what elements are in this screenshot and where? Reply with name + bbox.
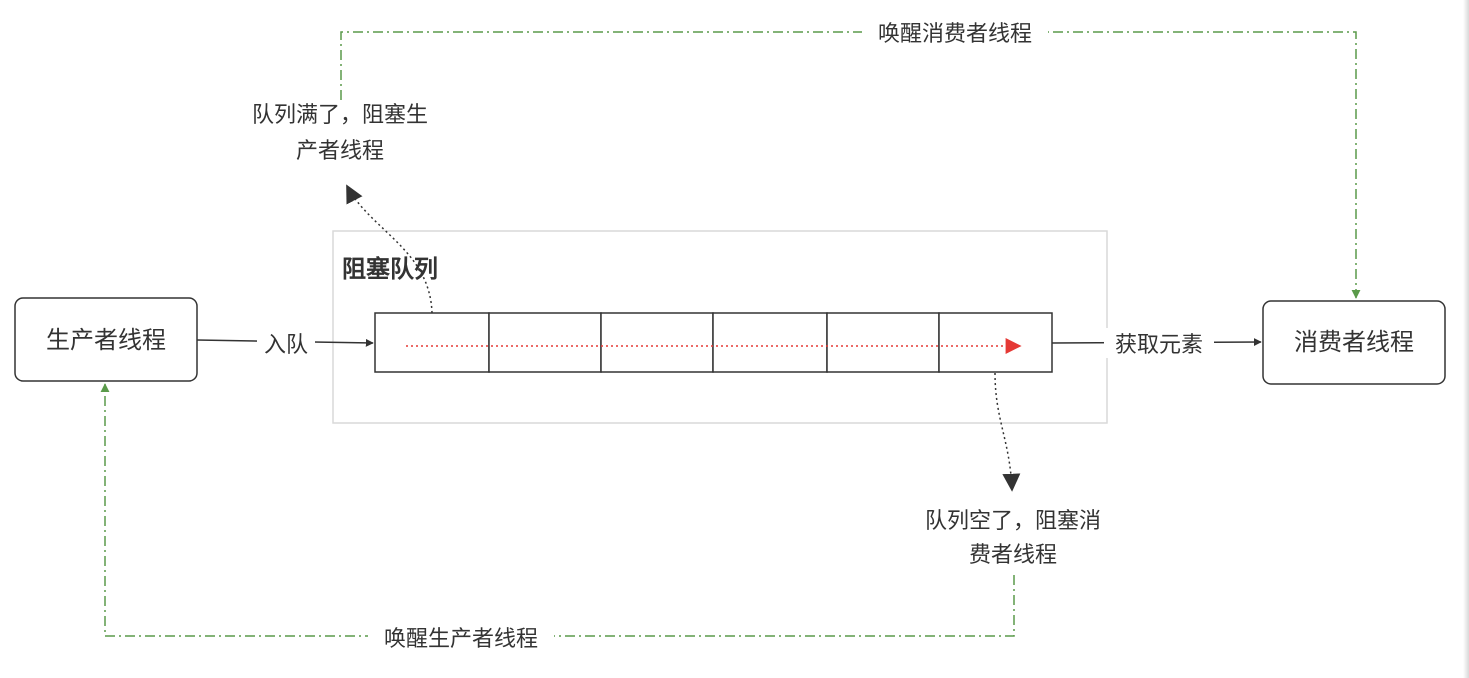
queue-slot bbox=[374, 312, 490, 373]
queue-slots bbox=[374, 312, 1053, 373]
queue-slot bbox=[600, 312, 714, 373]
queue-slot bbox=[488, 312, 602, 373]
queue-full-note-line2: 产者线程 bbox=[296, 139, 384, 164]
queue-full-note-line1: 队列满了，阻塞生 bbox=[252, 103, 428, 128]
consumer-thread-label: 消费者线程 bbox=[1294, 328, 1414, 356]
enqueue-label: 入队 bbox=[264, 333, 308, 358]
blocking-queue-diagram: 阻塞队列 生产者线程 消费者线程 入队 获取元素 队列满了，阻塞生 产者线程 队… bbox=[14, 18, 1446, 652]
queue-slot bbox=[938, 312, 1053, 373]
queue-empty-note-line1: 队列空了，阻塞消 bbox=[925, 509, 1101, 534]
take-element-label: 获取元素 bbox=[1115, 333, 1203, 358]
producer-thread-label: 生产者线程 bbox=[46, 326, 166, 354]
window-edge-shadow bbox=[1463, 0, 1469, 678]
queue-slot bbox=[826, 312, 940, 373]
queue-empty-note-line2: 费者线程 bbox=[969, 543, 1057, 568]
wake-consumer-label: 唤醒消费者线程 bbox=[878, 22, 1032, 47]
queue-slot bbox=[712, 312, 828, 373]
wake-producer-label: 唤醒生产者线程 bbox=[384, 627, 538, 652]
